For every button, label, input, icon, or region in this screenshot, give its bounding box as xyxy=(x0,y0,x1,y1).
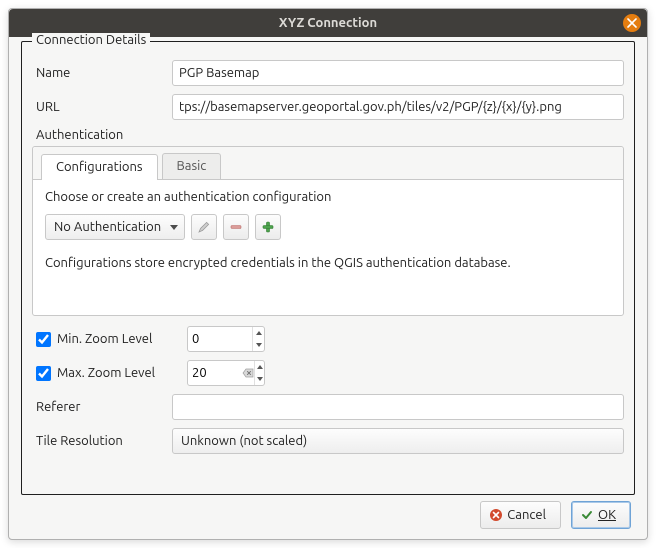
tile-resolution-label: Tile Resolution xyxy=(32,434,172,448)
min-zoom-step-up[interactable] xyxy=(253,327,264,339)
auth-note: Configurations store encrypted credentia… xyxy=(45,256,611,270)
chevron-down-icon xyxy=(170,225,178,230)
ok-icon xyxy=(580,508,594,522)
auth-delete-button[interactable] xyxy=(223,214,249,240)
auth-edit-button[interactable] xyxy=(191,214,217,240)
xyz-connection-dialog: XYZ Connection Connection Details Name U… xyxy=(8,8,648,540)
pencil-icon xyxy=(197,220,211,234)
auth-config-combo-value: No Authentication xyxy=(54,220,161,234)
cancel-button[interactable]: Cancel xyxy=(480,501,561,529)
clear-icon xyxy=(242,367,254,379)
tab-basic[interactable]: Basic xyxy=(162,153,222,179)
plus-icon xyxy=(261,220,275,234)
close-icon xyxy=(627,18,637,28)
max-zoom-checkbox[interactable] xyxy=(36,366,51,381)
auth-tab-content: Choose or create an authentication confi… xyxy=(33,180,623,293)
window-close-button[interactable] xyxy=(623,14,641,32)
max-zoom-spinner[interactable] xyxy=(187,360,265,386)
max-zoom-clear[interactable] xyxy=(242,361,254,385)
name-input[interactable] xyxy=(172,60,624,86)
auth-config-combo[interactable]: No Authentication xyxy=(45,214,185,240)
authentication-label: Authentication xyxy=(36,128,624,142)
url-label: URL xyxy=(32,100,172,114)
ok-button[interactable]: OK xyxy=(571,501,631,529)
ok-button-label: OK xyxy=(598,508,616,522)
auth-choose-text: Choose or create an authentication confi… xyxy=(45,190,611,204)
min-zoom-label: Min. Zoom Level xyxy=(57,332,187,346)
min-zoom-checkbox[interactable] xyxy=(36,332,51,347)
auth-add-button[interactable] xyxy=(255,214,281,240)
minus-icon xyxy=(229,220,243,234)
referer-input[interactable] xyxy=(172,394,624,420)
name-label: Name xyxy=(32,66,172,80)
dialog-button-bar: Cancel OK xyxy=(21,495,635,531)
referer-label: Referer xyxy=(32,400,172,414)
min-zoom-step-down[interactable] xyxy=(253,339,264,351)
max-zoom-step-up[interactable] xyxy=(255,361,264,373)
min-zoom-value[interactable] xyxy=(188,327,252,351)
authentication-panel: Configurations Basic Choose or create an… xyxy=(32,146,624,316)
window-title: XYZ Connection xyxy=(279,16,377,30)
max-zoom-step-down[interactable] xyxy=(255,373,264,385)
max-zoom-label: Max. Zoom Level xyxy=(57,366,187,380)
tile-resolution-value: Unknown (not scaled) xyxy=(181,434,307,448)
url-input[interactable] xyxy=(172,94,624,120)
cancel-icon xyxy=(489,508,503,522)
tab-configurations[interactable]: Configurations xyxy=(41,154,158,180)
min-zoom-spinner[interactable] xyxy=(187,326,265,352)
cancel-button-label: Cancel xyxy=(507,508,546,522)
group-heading: Connection Details xyxy=(36,33,146,47)
auth-tabstrip: Configurations Basic xyxy=(33,147,623,180)
max-zoom-value[interactable] xyxy=(188,361,242,385)
connection-details-group: Connection Details Name URL Authenticati… xyxy=(21,41,635,495)
tile-resolution-select[interactable]: Unknown (not scaled) xyxy=(172,428,624,454)
